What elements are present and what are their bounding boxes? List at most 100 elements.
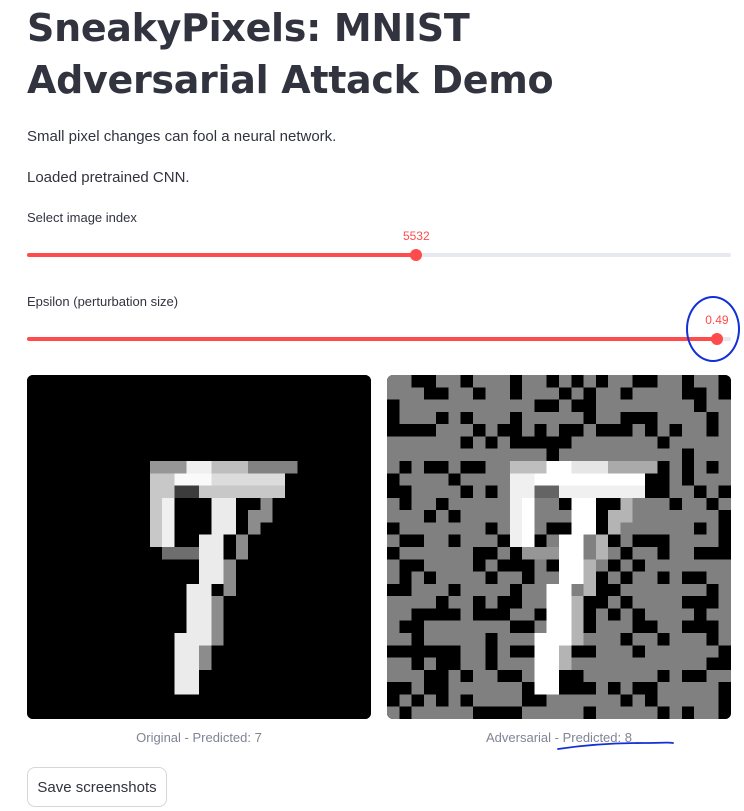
adversarial-pixel [436, 387, 449, 400]
adversarial-pixel [571, 633, 584, 646]
original-pixel [199, 657, 212, 670]
image-index-track[interactable] [27, 253, 731, 257]
adversarial-pixel [595, 583, 609, 597]
adversarial-pixel [657, 485, 670, 498]
adversarial-pixel [546, 633, 559, 646]
image-index-slider[interactable]: 5532 [27, 229, 731, 267]
adversarial-pixel [681, 596, 695, 609]
adversarial-pixel [387, 583, 400, 597]
adversarial-pixel [546, 608, 559, 621]
adversarial-pixel [681, 473, 695, 486]
original-pixel [149, 522, 163, 535]
original-pixel [211, 633, 224, 646]
save-screenshots-button[interactable]: Save screenshots [27, 767, 167, 807]
adversarial-pixel [595, 424, 609, 437]
adversarial-pixel [645, 485, 658, 498]
adversarial-pixel [423, 387, 437, 400]
image-index-fill [27, 253, 417, 257]
adversarial-pixel [559, 522, 572, 535]
adversarial-pixel [423, 669, 437, 683]
adversarial-pixel [423, 571, 437, 584]
adversarial-pixel [411, 620, 424, 633]
app-page: SneakyPixels: MNIST Adversarial Attack D… [0, 0, 744, 811]
adversarial-pixel [681, 387, 695, 400]
adversarial-pixel [509, 534, 523, 547]
adversarial-pixel [399, 645, 412, 658]
adversarial-pixel [436, 411, 449, 425]
adversarial-pixel [706, 547, 719, 560]
original-pixel [211, 559, 224, 572]
adversarial-pixel [411, 534, 424, 547]
adversarial-pixel [509, 522, 523, 535]
adversarial-pixel [497, 669, 510, 683]
adversarial-pixel [559, 657, 572, 670]
adversarial-pixel [546, 559, 559, 572]
original-pixel [162, 497, 175, 511]
adversarial-pixel [522, 547, 535, 560]
original-pixel [186, 596, 199, 609]
original-pixel [211, 461, 224, 474]
adversarial-pixel [620, 596, 633, 609]
adversarial-pixel [645, 620, 658, 633]
adversarial-pixel [706, 497, 719, 511]
adversarial-pixel [583, 510, 596, 523]
original-pixel [149, 461, 163, 474]
adversarial-pixel [546, 657, 559, 670]
adversarial-pixel [546, 645, 559, 658]
adversarial-pixel [387, 694, 400, 707]
adversarial-pixel [546, 522, 559, 535]
adversarial-pixel [706, 633, 719, 646]
adversarial-pixel [571, 510, 584, 523]
original-pixel [162, 522, 175, 535]
original-pixel [223, 461, 236, 474]
adversarial-pixel [546, 596, 559, 609]
adversarial-pixel [608, 424, 621, 437]
adversarial-pixel [387, 411, 400, 425]
adversarial-pixel [608, 497, 621, 511]
original-pixel [211, 485, 224, 498]
adversarial-pixel [595, 485, 609, 498]
original-pixel [272, 473, 285, 486]
original-pixel [235, 534, 249, 547]
adversarial-pixel [583, 706, 596, 719]
adversarial-pixel [423, 682, 437, 695]
adversarial-pixel [595, 510, 609, 523]
original-pixel [260, 485, 273, 498]
original-pixel [149, 510, 163, 523]
adversarial-pixel [399, 682, 412, 695]
adversarial-pixel [595, 497, 609, 511]
original-pixel [248, 461, 261, 474]
adversarial-pixel [595, 522, 609, 535]
adversarial-pixel [473, 387, 486, 400]
adversarial-pixel [522, 497, 535, 511]
adversarial-pixel [546, 620, 559, 633]
adversarial-pixel [436, 669, 449, 683]
adversarial-pixel [399, 620, 412, 633]
adversarial-pixel [387, 424, 400, 437]
epsilon-slider[interactable]: 0.49 [27, 313, 731, 351]
original-pixel [199, 534, 212, 547]
adversarial-pixel [620, 633, 633, 646]
original-pixel [211, 497, 224, 511]
adversarial-pixel [632, 620, 645, 633]
image-index-thumb[interactable]: 5532 [403, 229, 430, 261]
adversarial-pixel [411, 375, 424, 388]
adversarial-pixel [473, 608, 486, 621]
adversarial-pixel [608, 682, 621, 695]
original-pixel [199, 633, 212, 646]
adversarial-pixel [497, 706, 510, 719]
original-pixel [285, 461, 298, 474]
original-pixel [272, 461, 285, 474]
adversarial-pixel [645, 682, 658, 695]
adversarial-pixel [559, 473, 572, 486]
description-text: Small pixel changes can fool a neural ne… [27, 128, 337, 145]
original-pixel [186, 583, 199, 597]
adversarial-pixel [706, 657, 719, 670]
original-image [27, 375, 371, 719]
adversarial-pixel [694, 571, 707, 584]
epsilon-track[interactable] [27, 337, 731, 341]
original-pixel [260, 497, 273, 511]
original-pixel [235, 547, 249, 560]
original-pixel [223, 485, 236, 498]
image-index-value: 5532 [402, 229, 430, 243]
